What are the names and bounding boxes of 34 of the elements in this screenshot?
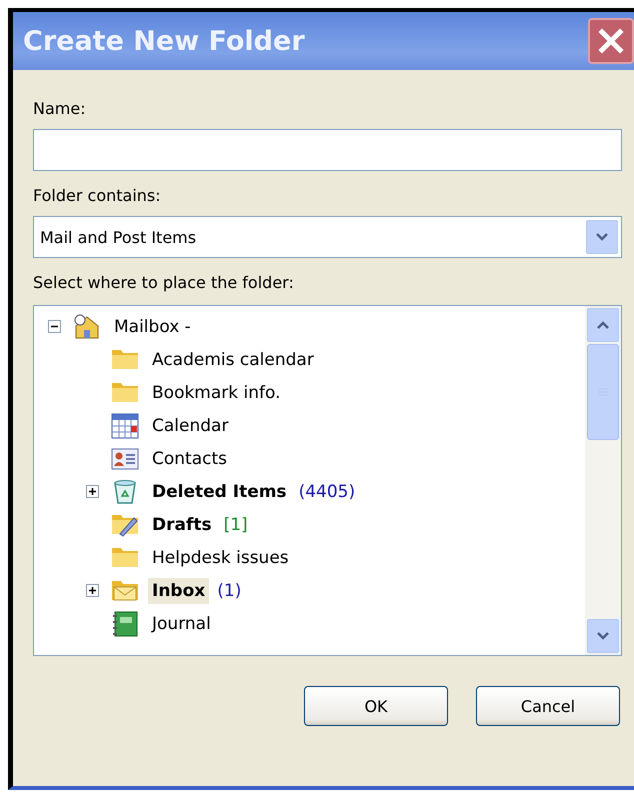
tree-item[interactable]: Journal (148, 610, 215, 636)
chevron-down-icon (596, 631, 610, 641)
expand-icon[interactable] (86, 584, 99, 597)
folder-contains-label: Folder contains: (33, 186, 161, 206)
item-count: [1] (224, 514, 248, 534)
chevron-up-icon (596, 320, 610, 330)
dialog-button[interactable]: OK (304, 686, 448, 726)
scroll-thumb[interactable] (587, 344, 619, 440)
name-label: Name: (33, 99, 86, 119)
tree-item[interactable]: Deleted Items (148, 478, 291, 504)
calendar-icon (110, 410, 140, 440)
collapse-icon[interactable] (48, 320, 61, 333)
scroll-down-button[interactable] (587, 619, 619, 653)
tree-item[interactable]: Contacts (148, 446, 231, 472)
name-field[interactable] (33, 129, 622, 171)
tree-item[interactable]: Academis calendar (148, 346, 318, 372)
window-title: Create New Folder (23, 26, 306, 56)
scroll-up-button[interactable] (587, 308, 619, 342)
dialog-button[interactable]: Cancel (476, 686, 620, 726)
vertical-scrollbar[interactable] (585, 306, 621, 655)
item-count: (1) (217, 580, 242, 600)
tree-item[interactable]: Helpdesk issues (148, 544, 293, 570)
tree-item[interactable]: Inbox (148, 578, 210, 604)
location-label: Select where to place the folder: (33, 273, 294, 293)
close-button[interactable] (588, 18, 634, 64)
tree-item[interactable]: Drafts (148, 512, 216, 538)
folder-type-dropdown[interactable]: Mail and Post Items (33, 216, 622, 258)
expand-icon[interactable] (86, 485, 99, 498)
tree-item[interactable]: Mailbox - (110, 314, 195, 340)
close-icon (598, 28, 624, 54)
journal-book-icon (110, 608, 140, 638)
tree-item[interactable]: Bookmark info. (148, 380, 285, 406)
tree-item[interactable]: Calendar (148, 412, 232, 438)
item-count: (4405) (298, 482, 356, 502)
